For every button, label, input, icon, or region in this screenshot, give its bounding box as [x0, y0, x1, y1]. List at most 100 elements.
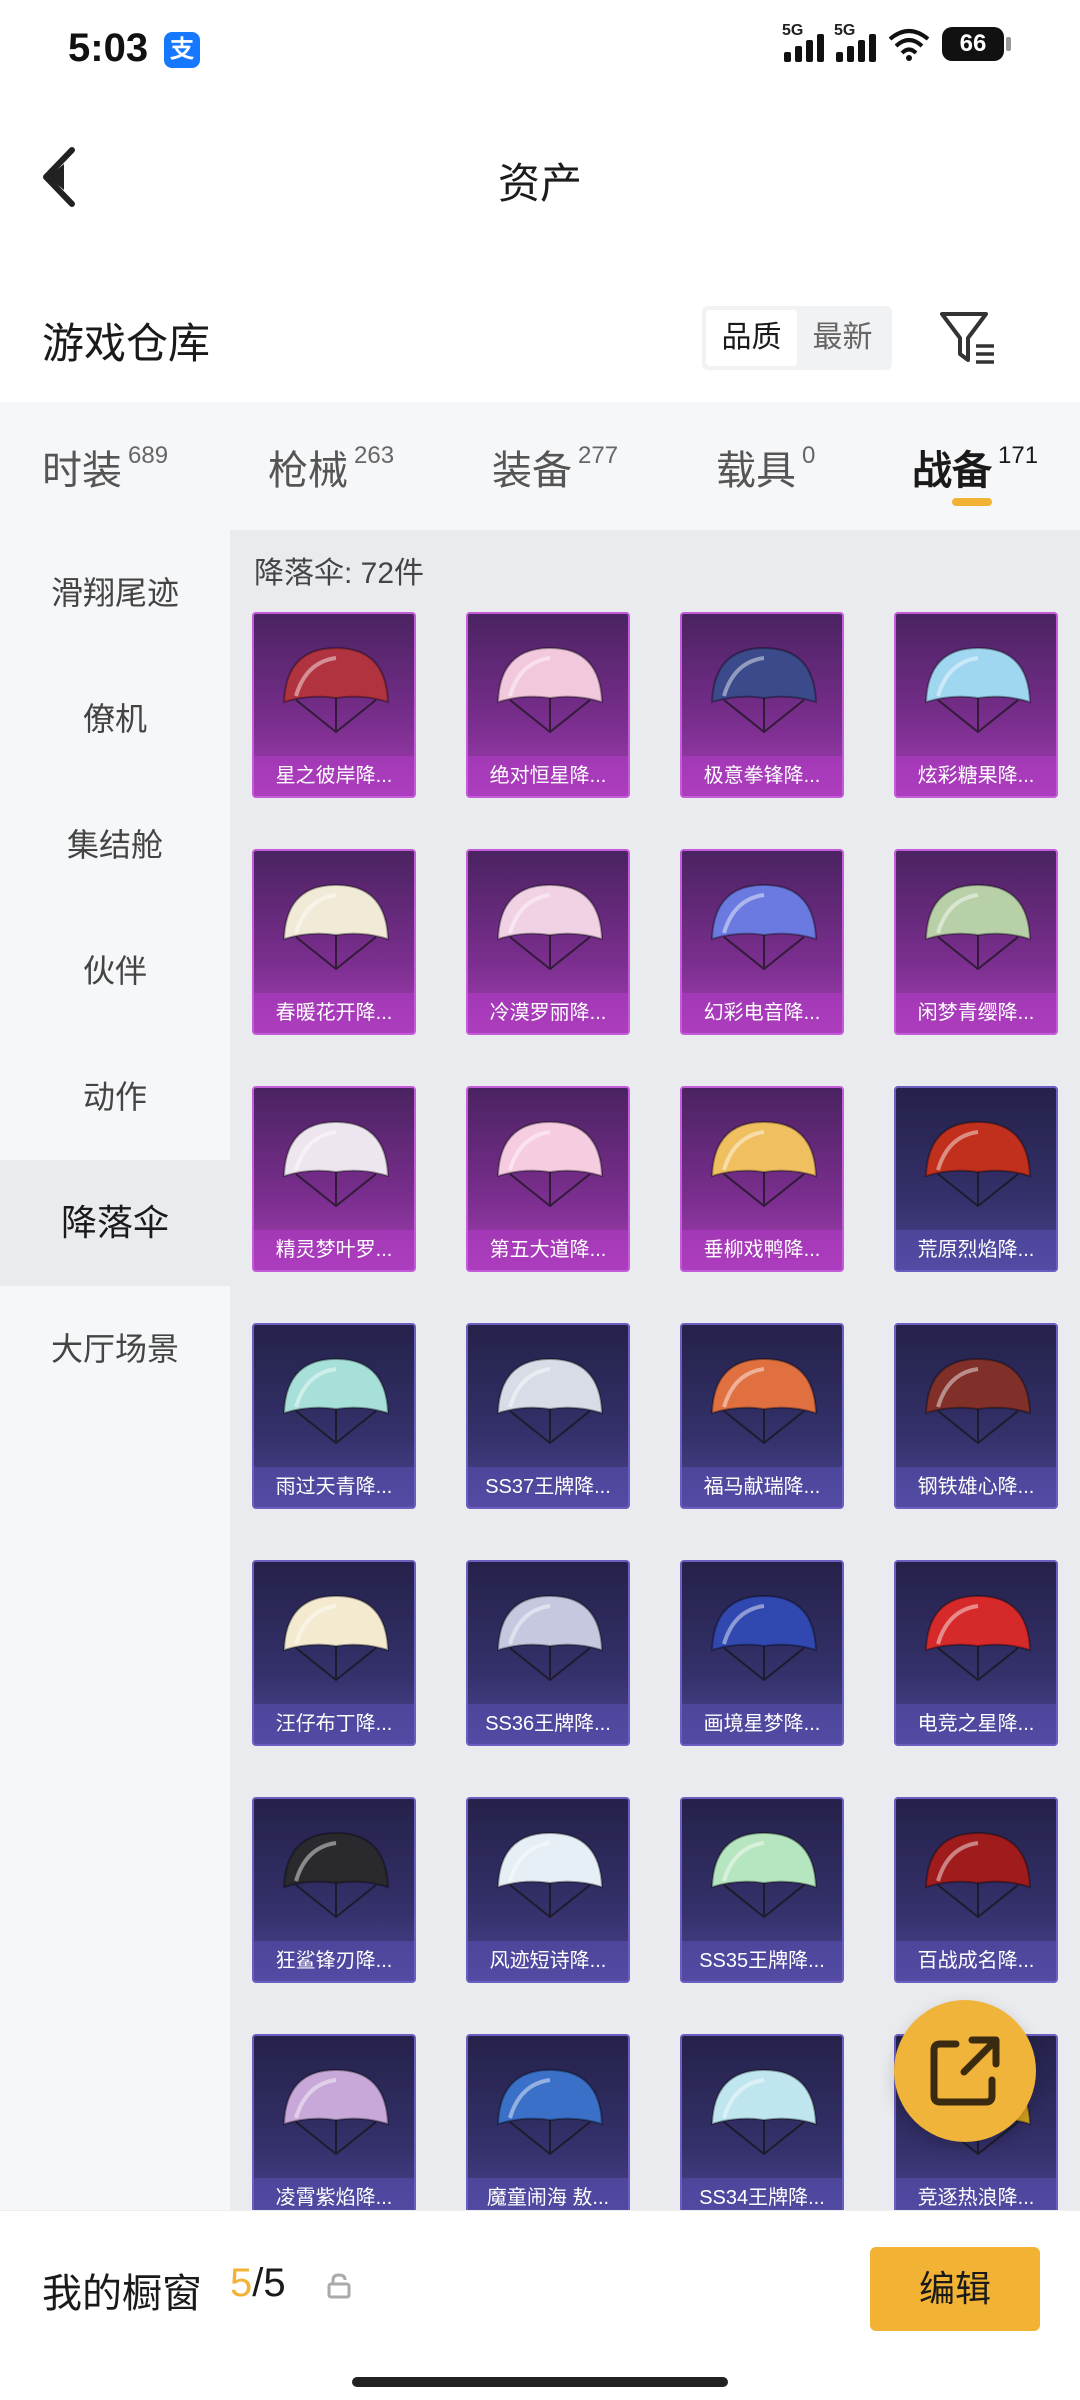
showcase-total: /5 [252, 2261, 286, 2305]
sidebar-item-glide-trail[interactable]: 滑翔尾迹 [0, 530, 230, 656]
parachute-item-card[interactable]: 第五大道降... [466, 1086, 630, 1272]
showcase-used: 5 [230, 2261, 253, 2305]
parachute-item-card[interactable]: 星之彼岸降... [252, 612, 416, 798]
sort-quality-button[interactable]: 品质 [706, 310, 797, 366]
item-name: 钢铁雄心降... [896, 1467, 1056, 1507]
parachute-item-card[interactable]: 风迹短诗降... [466, 1797, 630, 1983]
item-name: 魔童闹海 敖... [468, 2178, 628, 2210]
item-name: 百战成名降... [896, 1941, 1056, 1981]
parachute-item-card[interactable]: 幻彩电音降... [680, 849, 844, 1035]
parachute-icon [496, 1120, 604, 1208]
parachute-item-card[interactable]: 春暖花开降... [252, 849, 416, 1035]
sidebar-item-wingman[interactable]: 僚机 [0, 656, 230, 782]
item-name: 凌霄紫焰降... [254, 2178, 414, 2210]
parachute-icon [496, 646, 604, 734]
parachute-icon [282, 2068, 390, 2156]
tab-weapons[interactable]: 枪械 263 [268, 438, 394, 496]
sort-newest-button[interactable]: 最新 [797, 310, 888, 366]
status-bar: 5:03 支 5G 5G 66 [0, 0, 1080, 100]
edit-button[interactable]: 编辑 [870, 2247, 1040, 2331]
parachute-icon [924, 883, 1032, 971]
parachute-icon [496, 883, 604, 971]
item-name: 垂柳戏鸭降... [682, 1230, 842, 1270]
parachute-item-card[interactable]: 绝对恒星降... [466, 612, 630, 798]
sidebar-item-parachute[interactable]: 降落伞 [0, 1160, 230, 1286]
page-title: 资产 [497, 160, 582, 207]
parachute-item-card[interactable]: 精灵梦叶罗... [252, 1086, 416, 1272]
showcase-count: 5/5 [230, 2261, 286, 2306]
showcase-label: 我的橱窗 [42, 2272, 202, 2316]
parachute-icon [710, 1357, 818, 1445]
sidebar-item-lobby-scene[interactable]: 大厅场景 [0, 1286, 230, 1412]
tab-vehicles[interactable]: 载具 0 [716, 438, 815, 496]
tab-count: 171 [998, 442, 1039, 469]
item-name: 荒原烈焰降... [896, 1230, 1056, 1270]
filter-icon[interactable] [936, 306, 1000, 370]
item-name: 画境星梦降... [682, 1704, 842, 1744]
parachute-icon [710, 1120, 818, 1208]
tab-count: 277 [578, 442, 619, 469]
parachute-item-card[interactable]: 闲梦青缨降... [894, 849, 1058, 1035]
parachute-icon [282, 1594, 390, 1682]
parachute-item-card[interactable]: 垂柳戏鸭降... [680, 1086, 844, 1272]
sort-toggle: 品质 最新 [702, 306, 892, 370]
parachute-item-card[interactable]: 炫彩糖果降... [894, 612, 1058, 798]
signal-icon: 5G [834, 22, 876, 62]
tab-battle-gear[interactable]: 战备 171 [912, 438, 1038, 496]
item-name: 炫彩糖果降... [896, 756, 1056, 796]
signal-icon: 5G [782, 22, 824, 62]
item-name: 汪仔布丁降... [254, 1704, 414, 1744]
tab-count: 689 [128, 442, 169, 469]
parachute-icon [710, 1594, 818, 1682]
tab-costume[interactable]: 时装 689 [42, 438, 168, 496]
tab-label: 装备 [492, 449, 572, 493]
parachute-item-card[interactable]: 极意拳锋降... [680, 612, 844, 798]
item-name: 精灵梦叶罗... [254, 1230, 414, 1270]
parachute-item-card[interactable]: 魔童闹海 敖... [466, 2034, 630, 2210]
parachute-item-card[interactable]: SS36王牌降... [466, 1560, 630, 1746]
share-button[interactable] [894, 2000, 1036, 2142]
parachute-item-card[interactable]: 凌霄紫焰降... [252, 2034, 416, 2210]
parachute-icon [282, 1831, 390, 1919]
item-name: SS36王牌降... [468, 1704, 628, 1744]
item-name: 竞逐热浪降... [896, 2178, 1056, 2210]
parachute-icon [924, 1357, 1032, 1445]
item-name: 电竞之星降... [896, 1704, 1056, 1744]
parachute-icon [710, 2068, 818, 2156]
parachute-item-card[interactable]: 百战成名降... [894, 1797, 1058, 1983]
parachute-item-card[interactable]: 电竞之星降... [894, 1560, 1058, 1746]
parachute-item-card[interactable]: 荒原烈焰降... [894, 1086, 1058, 1272]
item-name: 冷漠罗丽降... [468, 993, 628, 1033]
parachute-item-card[interactable]: 画境星梦降... [680, 1560, 844, 1746]
parachute-item-card[interactable]: 冷漠罗丽降... [466, 849, 630, 1035]
app-header: 资产 [0, 100, 1080, 250]
item-name: 星之彼岸降... [254, 756, 414, 796]
parachute-item-card[interactable]: 汪仔布丁降... [252, 1560, 416, 1746]
parachute-item-card[interactable]: SS34王牌降... [680, 2034, 844, 2210]
parachute-item-card[interactable]: SS37王牌降... [466, 1323, 630, 1509]
parachute-item-card[interactable]: 雨过天青降... [252, 1323, 416, 1509]
lock-icon [327, 2273, 351, 2299]
item-name: 极意拳锋降... [682, 756, 842, 796]
item-name: 春暖花开降... [254, 993, 414, 1033]
sidebar-item-pod[interactable]: 集结舱 [0, 782, 230, 908]
tab-equipment[interactable]: 装备 277 [492, 438, 618, 496]
item-name: SS35王牌降... [682, 1941, 842, 1981]
parachute-item-card[interactable]: 福马献瑞降... [680, 1323, 844, 1509]
parachute-item-card[interactable]: 钢铁雄心降... [894, 1323, 1058, 1509]
status-icons: 5G 5G 66 [782, 22, 1011, 62]
parachute-icon [496, 1357, 604, 1445]
sidebar-item-emote[interactable]: 动作 [0, 1034, 230, 1160]
parachute-icon [924, 1120, 1032, 1208]
wifi-icon [888, 29, 930, 61]
item-name: 福马献瑞降... [682, 1467, 842, 1507]
share-icon [930, 2036, 1000, 2106]
tab-count: 0 [802, 442, 816, 469]
item-name: 雨过天青降... [254, 1467, 414, 1507]
clock: 5:03 [68, 26, 149, 70]
sidebar-item-companion[interactable]: 伙伴 [0, 908, 230, 1034]
network-label: 5G [834, 22, 856, 39]
parachute-item-card[interactable]: SS35王牌降... [680, 1797, 844, 1983]
parachute-item-card[interactable]: 狂鲨锋刃降... [252, 1797, 416, 1983]
item-name: SS37王牌降... [468, 1467, 628, 1507]
